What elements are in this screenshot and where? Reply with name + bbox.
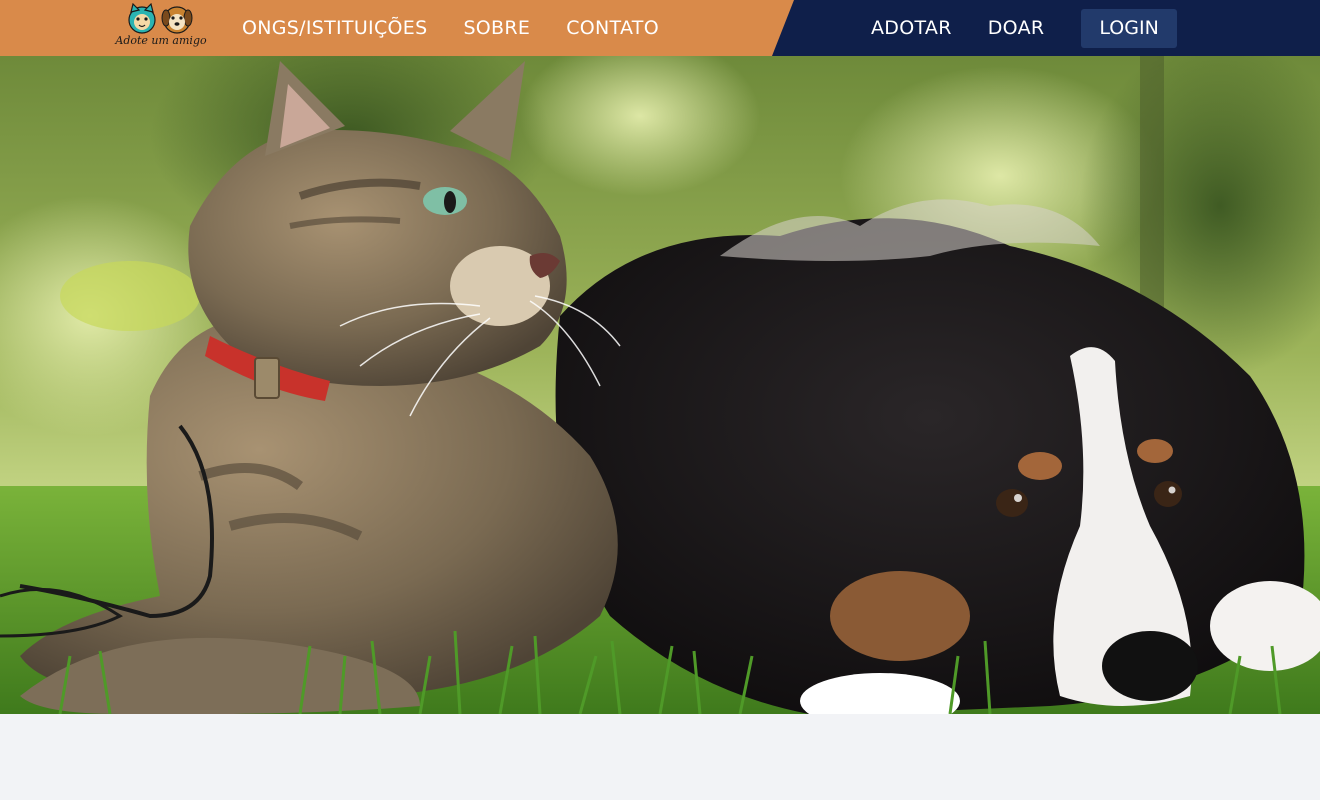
pets-logo-icon [128,2,193,34]
logo-text: Adote um amigo [115,34,207,47]
primary-nav: ONGS/ISTITUIÇÕES SOBRE CONTATO [242,0,695,56]
hero-banner [0,56,1320,714]
nav-link-contato[interactable]: CONTATO [566,17,659,39]
nav-link-ongs[interactable]: ONGS/ISTITUIÇÕES [242,17,427,39]
site-logo[interactable]: Adote um amigo [114,2,208,49]
nav-link-doar[interactable]: DOAR [988,17,1045,39]
secondary-nav: ADOTAR DOAR LOGIN [871,0,1177,56]
login-button[interactable]: LOGIN [1081,8,1177,48]
nav-link-sobre[interactable]: SOBRE [463,17,530,39]
nav-link-adotar[interactable]: ADOTAR [871,17,952,39]
hero-image [0,56,1320,714]
page-content-area [0,714,1320,800]
top-navbar: Adote um amigo ONGS/ISTITUIÇÕES SOBRE CO… [0,0,1320,56]
